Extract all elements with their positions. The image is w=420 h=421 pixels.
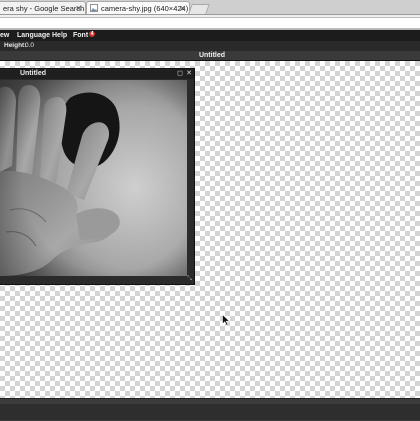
menu-language[interactable]: Language (17, 30, 50, 41)
hand-photo-image (0, 80, 187, 276)
image-window-title: Untitled (19, 70, 47, 77)
resize-handle-icon[interactable]: ⤡ (186, 276, 193, 283)
image-file-icon (90, 4, 98, 12)
tab-label: era shy - Google Search (3, 4, 85, 13)
menu-font-label: Font (73, 32, 89, 39)
close-icon[interactable]: ✕ (179, 2, 186, 14)
image-window[interactable]: Untitled ◻ ✕ ⤡ (0, 69, 194, 284)
tab-camera-shy-image[interactable]: camera-shy.jpg (640×424) ✕ (86, 1, 190, 14)
address-bar-area (0, 15, 420, 30)
document-title[interactable]: Untitled (0, 51, 420, 60)
tool-options-bar: Height: 0.0 (0, 41, 420, 51)
height-value[interactable]: 0.0 (25, 41, 34, 51)
menu-view[interactable]: ew (0, 30, 9, 41)
close-icon[interactable]: ✕ (185, 70, 193, 78)
maximize-icon[interactable]: ◻ (176, 70, 184, 78)
browser-tab-strip: era shy - Google Search ✕ camera-shy.jpg… (0, 0, 420, 15)
notification-badge: 4 (89, 31, 96, 37)
app-menu-bar: ew Language Help Font 4 (0, 30, 420, 41)
document-tab-bar: Untitled (0, 51, 420, 61)
new-tab-button[interactable] (188, 4, 210, 14)
address-input[interactable] (0, 17, 420, 29)
status-bar (0, 404, 420, 420)
mouse-cursor-icon (222, 314, 230, 326)
image-window-titlebar[interactable]: Untitled ◻ ✕ (0, 69, 194, 79)
height-label: Height: (4, 42, 27, 49)
menu-font[interactable]: Font 4 (73, 30, 96, 41)
menu-help[interactable]: Help (52, 30, 67, 41)
close-icon[interactable]: ✕ (75, 2, 82, 14)
tab-label: camera-shy.jpg (640×424) (101, 4, 189, 13)
tab-google-search[interactable]: era shy - Google Search ✕ (0, 1, 86, 14)
hand-photo (0, 80, 187, 276)
